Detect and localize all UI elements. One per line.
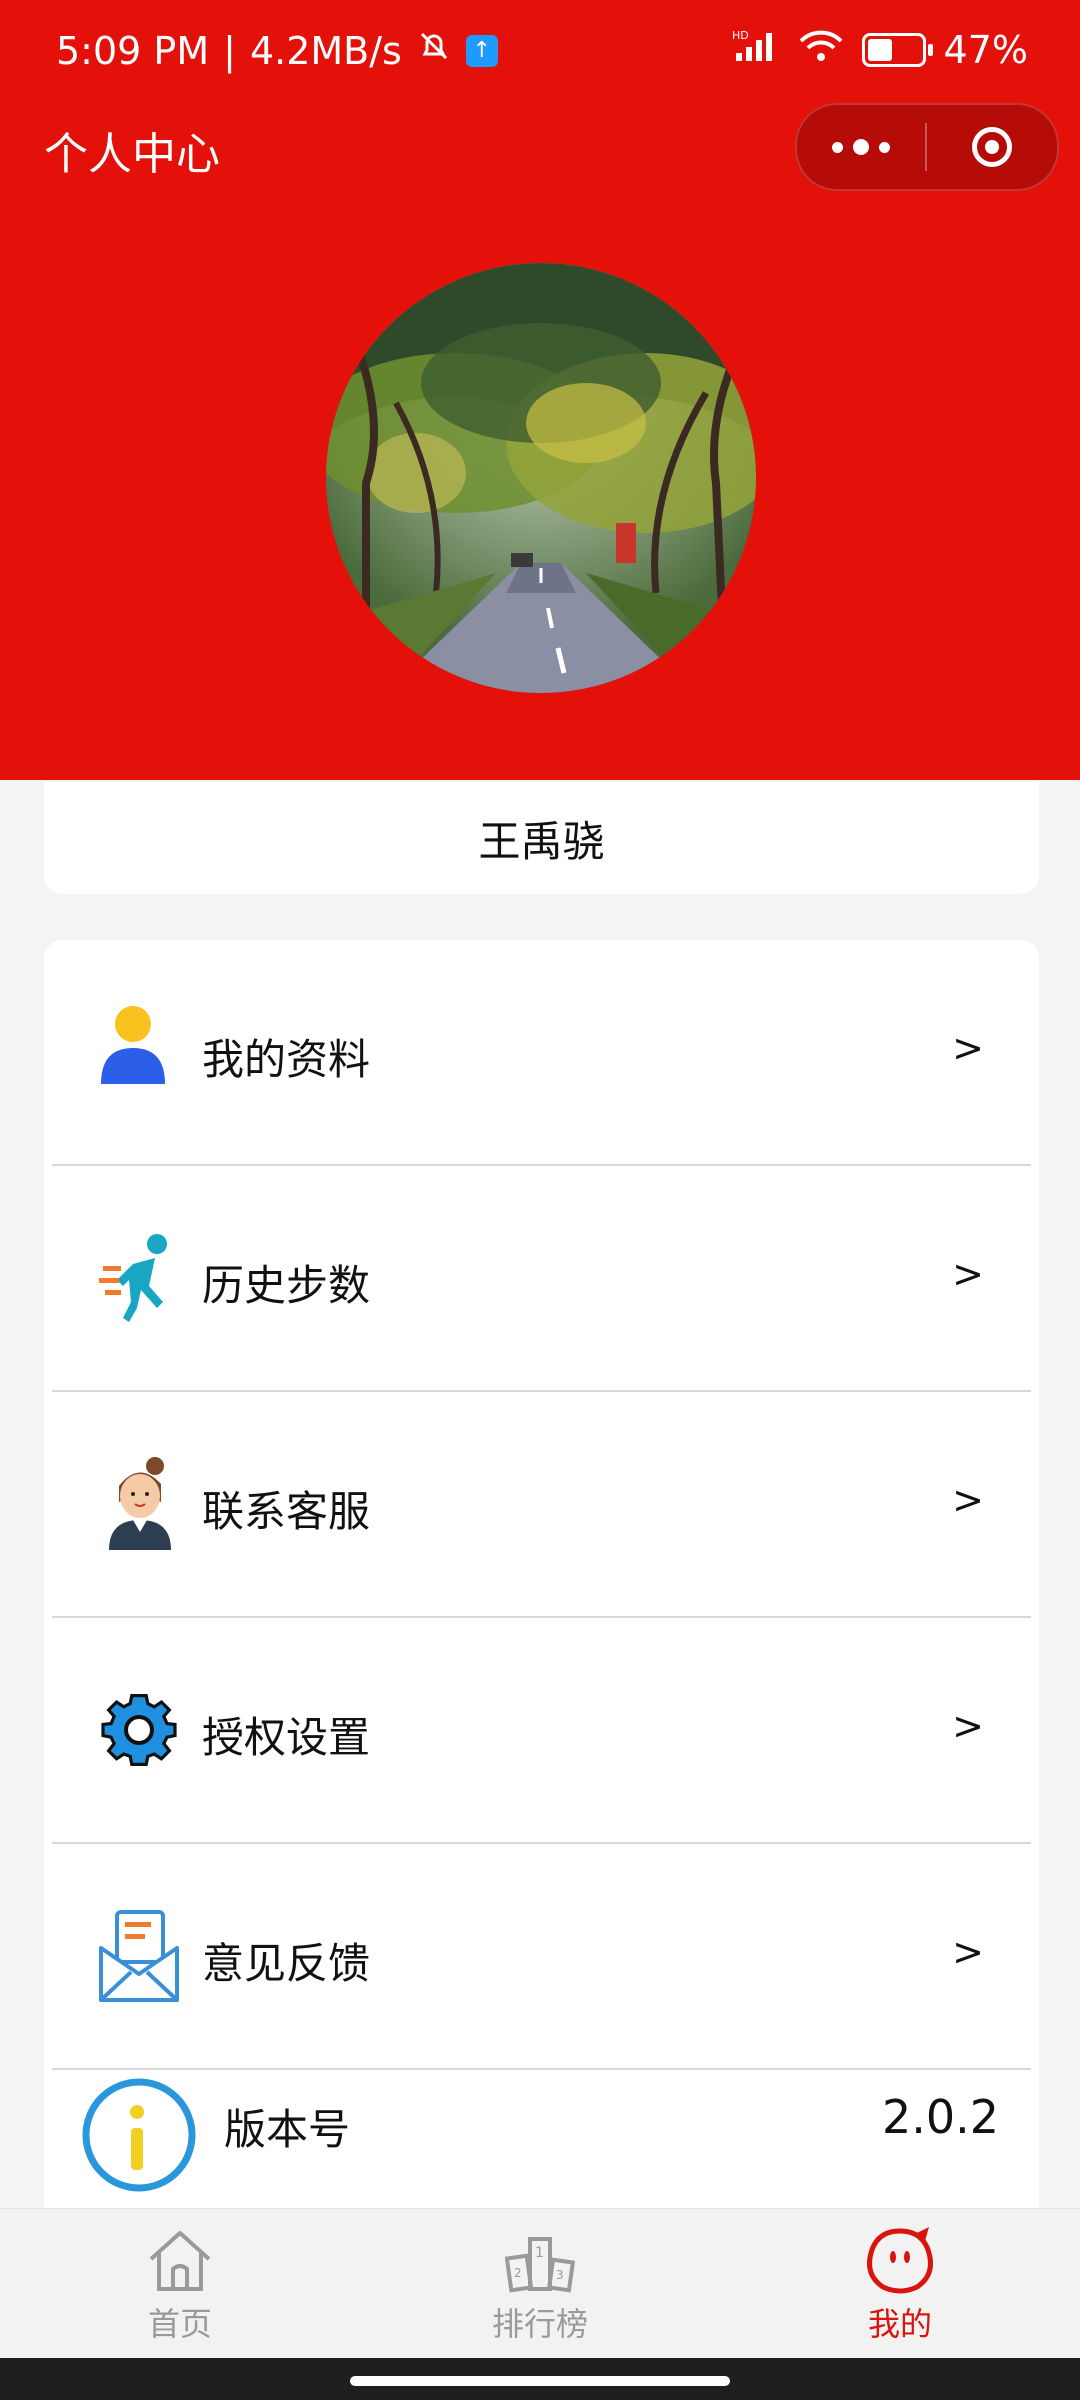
svg-text:3: 3 [556,2268,564,2282]
menu-label: 历史步数 [202,1261,371,1310]
menu-label: 授权设置 [202,1713,371,1762]
avatar[interactable] [326,263,756,693]
bell-muted-icon [416,28,452,73]
username-card: 王禹骁 [44,782,1039,894]
profile-header: 5:09 PM | 4.2MB/s ↑ HD 47% 个人中心 [0,0,1080,780]
target-icon [972,127,1012,167]
status-separator: | [223,28,236,73]
menu-item-authorization-settings[interactable]: 授权设置 > [44,1618,1039,1844]
menu-item-my-profile[interactable]: 我的资料 > [44,940,1039,1166]
tab-mine[interactable]: 我的 [800,2225,1000,2345]
svg-text:1: 1 [535,2245,544,2261]
menu-label: 联系客服 [202,1487,371,1536]
version-row: 版本号 2.0.2 [44,2076,1039,2210]
podium-icon: 12 3 [505,2237,575,2293]
version-value: 2.0.2 [881,2090,999,2144]
mail-feedback-icon [99,1908,179,2004]
version-label: 版本号 [224,2105,351,2154]
menu-label: 我的资料 [202,1035,371,1084]
svg-text:2: 2 [514,2266,522,2280]
tab-leaderboard[interactable]: 12 3 排行榜 [440,2225,640,2345]
mascot-icon [867,2227,933,2294]
home-indicator[interactable] [350,2376,730,2386]
upload-icon: ↑ [465,34,498,67]
wifi-icon [798,28,844,72]
svg-text:HD: HD [732,29,749,42]
gear-icon [99,1682,179,1778]
home-icon [149,2231,211,2291]
chevron-right-icon: > [952,1026,984,1070]
menu-item-customer-service[interactable]: 联系客服 > [44,1392,1039,1618]
status-time: 5:09 PM [56,28,210,73]
menu-card: 我的资料 > 历史步数 > 联系客服 > 授权设置 > 意见反馈 > 版本号 2… [44,940,1039,2210]
tab-label: 我的 [867,2305,932,2343]
chevron-right-icon: > [952,1930,984,1974]
username: 王禹骁 [478,816,605,866]
tab-home[interactable]: 首页 [80,2225,280,2345]
customer-service-icon [99,1456,179,1552]
tab-label: 首页 [147,2305,212,2343]
status-bar: 5:09 PM | 4.2MB/s ↑ HD 47% [0,0,1080,100]
runner-icon [99,1230,179,1326]
bottom-tab-bar: 首页 12 3 排行榜 我的 [0,2208,1080,2359]
chevron-right-icon: > [952,1704,984,1748]
menu-item-step-history[interactable]: 历史步数 > [44,1166,1039,1392]
battery-percent: 47% [943,28,1028,72]
status-speed: 4.2MB/s [249,28,402,73]
miniapp-capsule [795,103,1059,191]
person-icon [99,1004,179,1100]
chevron-right-icon: > [952,1252,984,1296]
close-miniapp-button[interactable] [927,127,1057,167]
page-title: 个人中心 [44,129,220,180]
info-icon [80,2076,198,2194]
menu-item-feedback[interactable]: 意见反馈 > [44,1844,1039,2070]
menu-label: 意见反馈 [202,1939,371,1988]
more-options-button[interactable] [797,139,925,155]
chevron-right-icon: > [952,1478,984,1522]
tab-label: 排行榜 [491,2305,588,2343]
battery-icon [861,33,933,67]
cell-signal-icon: HD [732,28,780,72]
